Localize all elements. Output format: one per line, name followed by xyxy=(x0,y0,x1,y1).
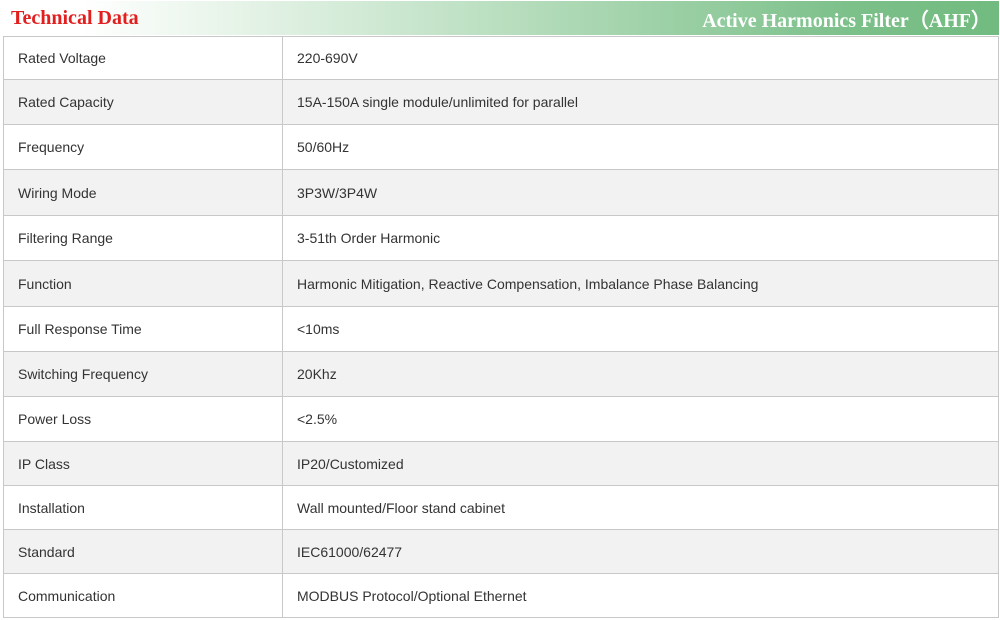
table-row: Function Harmonic Mitigation, Reactive C… xyxy=(3,260,999,307)
table-row: Frequency 50/60Hz xyxy=(3,124,999,170)
spec-label: Standard xyxy=(3,529,283,574)
spec-label: Rated Voltage xyxy=(3,36,283,80)
spec-label: Rated Capacity xyxy=(3,79,283,125)
spec-label: Communication xyxy=(3,573,283,618)
spec-label: Filtering Range xyxy=(3,215,283,261)
spec-value: MODBUS Protocol/Optional Ethernet xyxy=(282,573,999,618)
spec-label: Frequency xyxy=(3,124,283,170)
table-row: Installation Wall mounted/Floor stand ca… xyxy=(3,485,999,530)
spec-label: Function xyxy=(3,260,283,307)
spec-value: Wall mounted/Floor stand cabinet xyxy=(282,485,999,530)
spec-table: Rated Voltage 220-690V Rated Capacity 15… xyxy=(3,36,999,618)
table-row: IP Class IP20/Customized xyxy=(3,441,999,486)
spec-value: Harmonic Mitigation, Reactive Compensati… xyxy=(282,260,999,307)
spec-value: 15A-150A single module/unlimited for par… xyxy=(282,79,999,125)
table-row: Switching Frequency 20Khz xyxy=(3,351,999,397)
spec-value: 220-690V xyxy=(282,36,999,80)
spec-label: Switching Frequency xyxy=(3,351,283,397)
spec-value: 3P3W/3P4W xyxy=(282,169,999,216)
spec-label: Wiring Mode xyxy=(3,169,283,216)
table-row: Rated Capacity 15A-150A single module/un… xyxy=(3,79,999,125)
spec-value: <10ms xyxy=(282,306,999,352)
spec-label: IP Class xyxy=(3,441,283,486)
product-title: Active Harmonics Filter（AHF） xyxy=(702,9,991,32)
table-row: Standard IEC61000/62477 xyxy=(3,529,999,574)
table-row: Wiring Mode 3P3W/3P4W xyxy=(3,169,999,216)
spec-value: 3-51th Order Harmonic xyxy=(282,215,999,261)
spec-value: 50/60Hz xyxy=(282,124,999,170)
title-banner: Technical Data Active Harmonics Filter（A… xyxy=(1,1,999,35)
spec-value: IEC61000/62477 xyxy=(282,529,999,574)
spec-value: <2.5% xyxy=(282,396,999,442)
spec-label: Power Loss xyxy=(3,396,283,442)
spec-value: 20Khz xyxy=(282,351,999,397)
table-row: Filtering Range 3-51th Order Harmonic xyxy=(3,215,999,261)
table-row: Power Loss <2.5% xyxy=(3,396,999,442)
spec-label: Full Response Time xyxy=(3,306,283,352)
spec-label: Installation xyxy=(3,485,283,530)
section-title: Technical Data xyxy=(11,6,139,29)
table-row: Full Response Time <10ms xyxy=(3,306,999,352)
table-row: Communication MODBUS Protocol/Optional E… xyxy=(3,573,999,618)
spec-value: IP20/Customized xyxy=(282,441,999,486)
table-row: Rated Voltage 220-690V xyxy=(3,36,999,80)
